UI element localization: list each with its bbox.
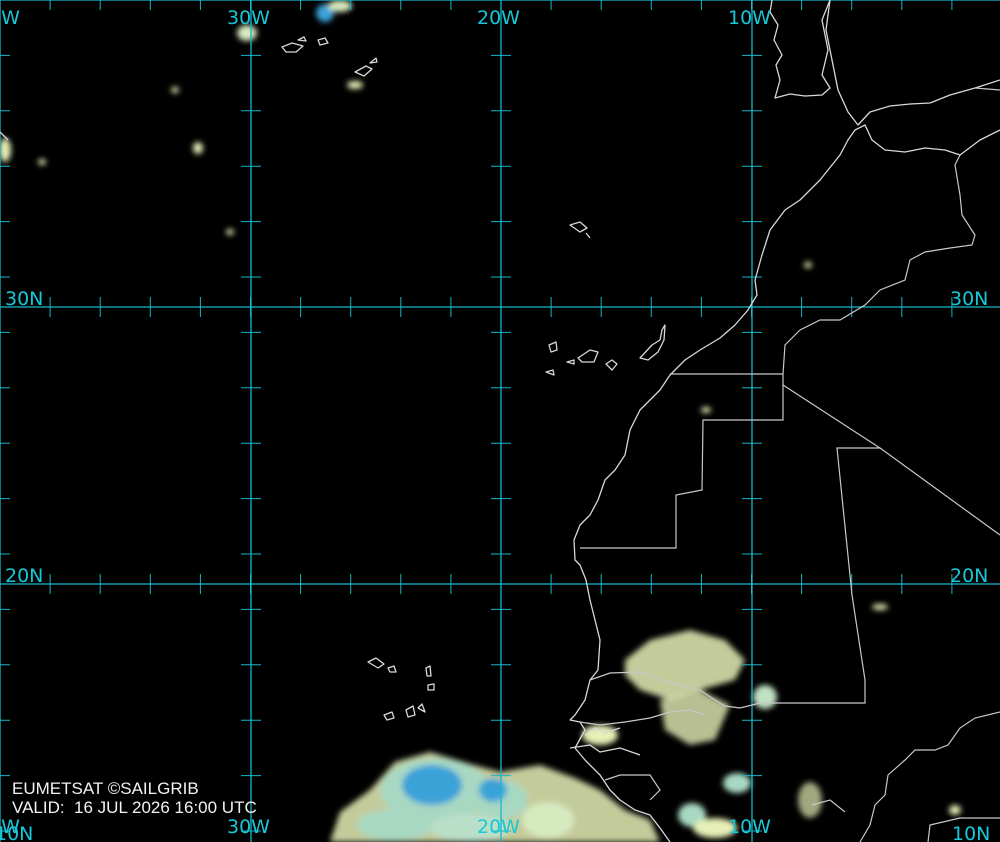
latitude-label-20n-left: 20N bbox=[5, 565, 43, 587]
graticule-labels: 40W 30W 20W 10W 40W 30W 20W 10W 30N 30N … bbox=[0, 7, 990, 842]
latitude-label-30n-right: 30N bbox=[950, 288, 988, 310]
longitude-label-30w-bottom: 30W bbox=[227, 816, 270, 838]
latitude-label-20n-right: 20N bbox=[950, 565, 988, 587]
country-borders bbox=[579, 87, 1000, 842]
longitude-label-10w-top: 10W bbox=[728, 7, 771, 29]
valid-label: VALID: bbox=[12, 798, 65, 817]
graticule bbox=[0, 0, 1000, 842]
latitude-label-10n-left: 10N bbox=[0, 823, 33, 842]
latitude-label-30n-left: 30N bbox=[5, 288, 43, 310]
longitude-label-20w-top: 20W bbox=[477, 7, 520, 29]
longitude-label-10w-bottom: 10W bbox=[728, 816, 771, 838]
credit-source: EUMETSAT ©SAILGRIB bbox=[12, 779, 199, 798]
valid-time-line: VALID: 16 JUL 2026 16:00 UTC bbox=[12, 798, 257, 818]
islands bbox=[281, 36, 666, 721]
valid-time: 16 JUL 2026 16:00 UTC bbox=[74, 798, 257, 817]
longitude-label-20w-bottom: 20W bbox=[477, 816, 520, 838]
coastlines bbox=[0, 0, 1000, 842]
latitude-label-10n-right: 10N bbox=[952, 823, 990, 842]
longitude-label-30w-top: 30W bbox=[227, 7, 270, 29]
satellite-map: 40W 30W 20W 10W 40W 30W 20W 10W 30N 30N … bbox=[0, 0, 1000, 842]
cloud-cover bbox=[0, 0, 961, 842]
graticule-ticks bbox=[0, 0, 953, 832]
longitude-label-40w-top: 40W bbox=[0, 7, 20, 29]
